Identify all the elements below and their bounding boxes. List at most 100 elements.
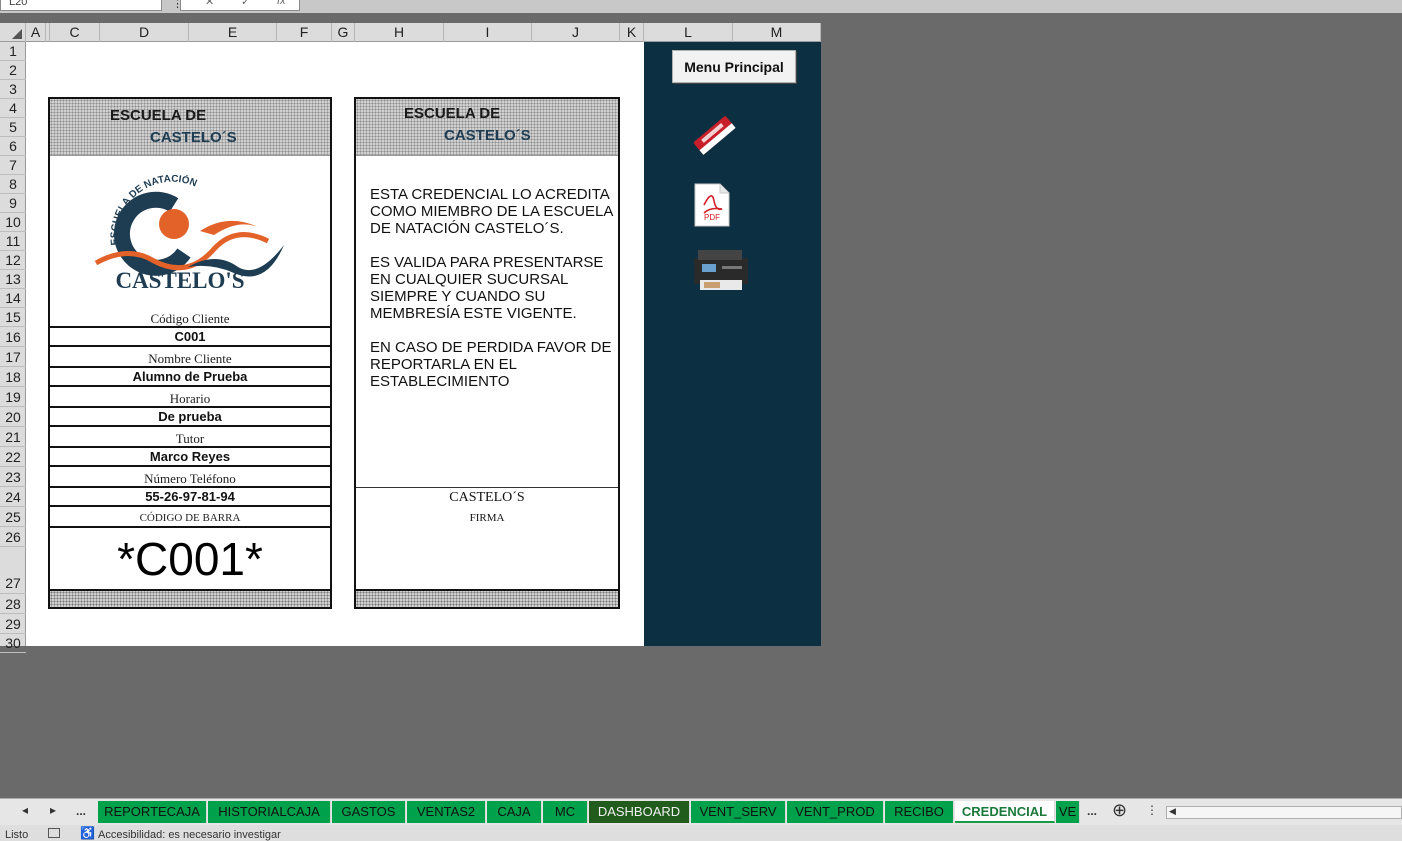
- row-header[interactable]: 1: [0, 42, 26, 61]
- row-header[interactable]: 3: [0, 80, 26, 99]
- credential-front-card: ESCUELA DE CASTELO´S ESCUELA DE NATACIÓN…: [48, 97, 332, 609]
- row-header[interactable]: 29: [0, 614, 26, 634]
- row-header[interactable]: 30: [0, 634, 26, 653]
- formula-bar: L20 ⋮ ✕ ✓ fx: [0, 0, 1402, 13]
- enter-icon[interactable]: ✓: [241, 0, 250, 8]
- column-header[interactable]: C: [50, 23, 100, 42]
- row-header[interactable]: 19: [0, 387, 26, 407]
- row-header[interactable]: 7: [0, 156, 26, 175]
- row-header[interactable]: 17: [0, 347, 26, 367]
- row-header[interactable]: 4: [0, 99, 26, 118]
- row-header[interactable]: 11: [0, 232, 26, 251]
- card-header: ESCUELA DE CASTELO´S: [356, 99, 618, 156]
- header-line2: CASTELO´S: [444, 127, 531, 144]
- name-box[interactable]: L20: [0, 0, 162, 11]
- row-header[interactable]: 12: [0, 251, 26, 270]
- barcode-label: CÓDIGO DE BARRA: [139, 512, 241, 524]
- row-header[interactable]: 8: [0, 175, 26, 194]
- sheet-tab[interactable]: HISTORIALCAJA: [208, 801, 331, 823]
- row-header[interactable]: 15: [0, 308, 26, 327]
- macro-record-icon[interactable]: [48, 828, 60, 838]
- scroll-left-icon[interactable]: ◀: [1169, 806, 1176, 817]
- row-header[interactable]: 24: [0, 487, 26, 507]
- card-footer-hatch: [50, 589, 330, 607]
- terms-paragraph: ESTA CREDENCIAL LO ACREDITA COMO MIEMBRO…: [370, 186, 613, 237]
- column-header[interactable]: D: [100, 23, 189, 42]
- sheet-tab[interactable]: RECIBO: [885, 801, 954, 823]
- column-header[interactable]: E: [189, 23, 277, 42]
- fx-icon[interactable]: fx: [277, 0, 286, 7]
- field-value-client-name[interactable]: Alumno de Prueba: [50, 366, 330, 387]
- sheet-tab[interactable]: REPORTECAJA: [98, 801, 207, 823]
- row-header[interactable]: 14: [0, 289, 26, 308]
- row-headers: 1 2 3 4 5 6 7 8 9 10 11 12 13 14 15 16 17 18 19 20 21 22 23 24 2…: [0, 42, 26, 653]
- sheet-tab[interactable]: VENTAS2: [407, 801, 486, 823]
- column-header[interactable]: J: [532, 23, 620, 42]
- card-header: ESCUELA DE CASTELO´S: [50, 99, 330, 156]
- cancel-icon[interactable]: ✕: [205, 0, 214, 8]
- row-header[interactable]: 10: [0, 213, 26, 232]
- main-menu-button[interactable]: Menu Principal: [672, 50, 796, 83]
- sheet-tab[interactable]: DASHBOARD: [589, 801, 690, 823]
- barcode-value[interactable]: *C001*: [50, 526, 330, 590]
- ready-status: Listo: [5, 829, 29, 841]
- sheet-tab[interactable]: VENT_PROD: [787, 801, 884, 823]
- more-sheets-left[interactable]: ...: [76, 804, 86, 818]
- sheet-tab[interactable]: VENT_SERV: [691, 801, 786, 823]
- printer-icon[interactable]: [692, 248, 750, 292]
- formula-buttons: ✕ ✓ fx: [180, 0, 300, 11]
- row-header[interactable]: 26: [0, 527, 26, 547]
- field-value-tutor[interactable]: Marco Reyes: [50, 446, 330, 467]
- accessibility-icon[interactable]: ♿: [80, 826, 95, 840]
- row-header[interactable]: 5: [0, 118, 26, 137]
- more-sheets-right[interactable]: ...: [1087, 804, 1097, 818]
- field-value-schedule[interactable]: De prueba: [50, 406, 330, 427]
- row-header[interactable]: 16: [0, 327, 26, 347]
- row-header[interactable]: 18: [0, 367, 26, 387]
- field-value-phone[interactable]: 55-26-97-81-94: [50, 486, 330, 507]
- sheet-tab[interactable]: VE: [1056, 801, 1080, 823]
- sheet-tab[interactable]: MC: [543, 801, 588, 823]
- horizontal-scrollbar[interactable]: ◀: [1166, 806, 1402, 819]
- column-header[interactable]: L: [644, 23, 733, 42]
- row-header[interactable]: 23: [0, 467, 26, 487]
- column-header[interactable]: H: [355, 23, 444, 42]
- sheet-tab-active[interactable]: CREDENCIAL: [955, 801, 1055, 823]
- row-header[interactable]: 6: [0, 137, 26, 156]
- row-header[interactable]: 13: [0, 270, 26, 289]
- field-label-schedule: Horario: [169, 391, 211, 406]
- accessibility-status[interactable]: Accesibilidad: es necesario investigar: [98, 829, 281, 841]
- header-line1: ESCUELA DE: [404, 105, 501, 122]
- row-header[interactable]: 22: [0, 447, 26, 467]
- field-label-phone: Número Teléfono: [144, 471, 236, 486]
- terms-paragraph: ES VALIDA PARA PRESENTARSE EN CUALQUIER …: [370, 254, 604, 322]
- header-line2: CASTELO´S: [150, 129, 237, 146]
- prev-sheet-icon[interactable]: ◂: [22, 803, 28, 817]
- row-header[interactable]: 28: [0, 594, 26, 614]
- sheet-tab[interactable]: GASTOS: [332, 801, 406, 823]
- next-sheet-icon[interactable]: ▸: [50, 803, 56, 817]
- credential-back-card: ESCUELA DE CASTELO´S ESTA CREDENCIAL LO …: [354, 97, 620, 609]
- column-header[interactable]: I: [444, 23, 532, 42]
- select-all-corner[interactable]: [0, 23, 26, 42]
- pdf-icon-text: PDF: [704, 213, 720, 222]
- pdf-icon[interactable]: PDF: [694, 183, 730, 227]
- column-header[interactable]: K: [620, 23, 644, 42]
- school-logo: ESCUELA DE NATACIÓN CASTELO'S: [88, 173, 288, 293]
- column-header[interactable]: G: [332, 23, 355, 42]
- row-header[interactable]: 21: [0, 427, 26, 447]
- field-label-client-code: Código Cliente: [150, 311, 230, 326]
- eraser-icon[interactable]: [690, 110, 740, 162]
- sheet-tab[interactable]: CAJA: [487, 801, 542, 823]
- row-header[interactable]: 2: [0, 61, 26, 80]
- add-sheet-icon[interactable]: ⊕: [1112, 800, 1127, 821]
- row-header[interactable]: 20: [0, 407, 26, 427]
- row-header[interactable]: 25: [0, 507, 26, 527]
- row-header[interactable]: 9: [0, 194, 26, 213]
- column-header[interactable]: M: [733, 23, 821, 42]
- sheet-options-icon[interactable]: ⋮: [1146, 803, 1158, 817]
- field-value-client-code[interactable]: C001: [50, 326, 330, 347]
- column-header[interactable]: A: [26, 23, 46, 42]
- row-header[interactable]: 27: [0, 547, 26, 594]
- column-header[interactable]: F: [277, 23, 332, 42]
